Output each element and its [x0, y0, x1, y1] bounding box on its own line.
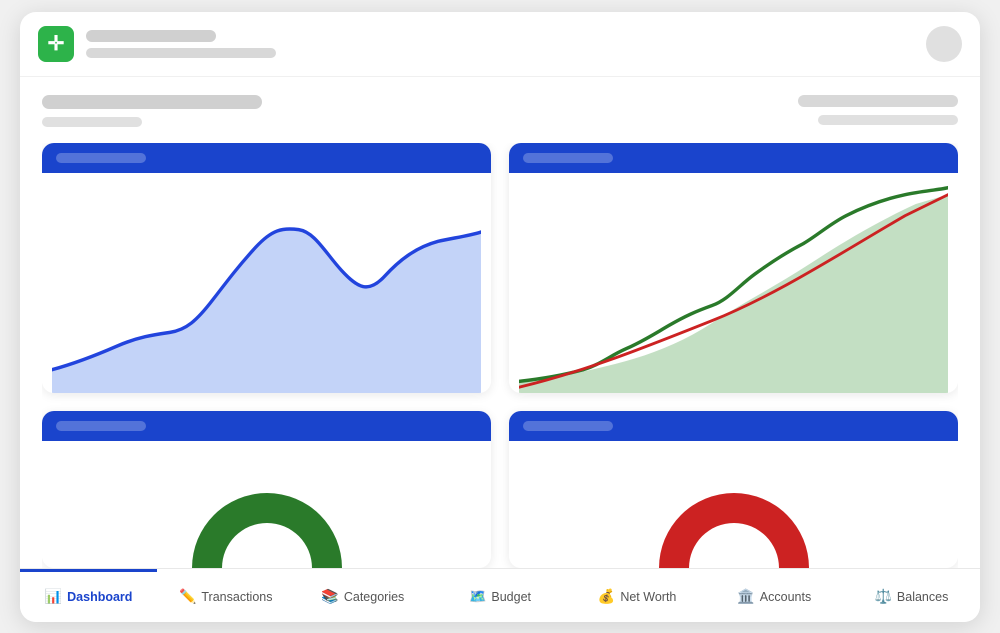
header-right-line2 — [818, 115, 958, 125]
networth-chart-svg — [519, 183, 948, 393]
main-content — [20, 77, 980, 568]
networth-chart-card — [509, 143, 958, 393]
tab-accounts-label: Accounts — [760, 590, 811, 604]
tab-dashboard[interactable]: 📊 Dashboard — [20, 569, 157, 622]
accounts-chart-body — [509, 441, 958, 568]
content-header — [42, 95, 958, 127]
tab-categories-label: Categories — [344, 590, 404, 604]
spending-chart-header — [42, 143, 491, 173]
networth-chart-header — [509, 143, 958, 173]
title-line2 — [86, 48, 276, 58]
categories-chart-header-pill — [56, 421, 146, 431]
tab-balances-label: Balances — [897, 590, 948, 604]
spending-chart-body — [42, 173, 491, 393]
header-left — [42, 95, 262, 127]
tab-balances[interactable]: ⚖️ Balances — [843, 569, 980, 622]
categories-donut-svg — [187, 468, 347, 568]
tab-accounts[interactable]: 🏛️ Accounts — [706, 569, 843, 622]
spending-chart-svg — [52, 183, 481, 393]
tab-accounts-emoji: 🏛️ — [737, 588, 754, 605]
app-window: ✛ — [20, 12, 980, 622]
spending-chart-card — [42, 143, 491, 393]
header-right-line1 — [798, 95, 958, 107]
tab-dashboard-emoji: 📊 — [45, 588, 62, 605]
accounts-chart-card — [509, 411, 958, 568]
tab-networth[interactable]: 💰 Net Worth — [569, 569, 706, 622]
title-bar-text — [86, 30, 914, 58]
app-logo: ✛ — [38, 26, 74, 62]
tab-dashboard-label: Dashboard — [67, 590, 132, 604]
categories-chart-header — [42, 411, 491, 441]
tab-transactions-emoji: ✏️ — [179, 588, 196, 605]
spending-chart-header-pill — [56, 153, 146, 163]
tab-budget-label: Budget — [491, 590, 531, 604]
categories-chart-body — [42, 441, 491, 568]
tab-transactions-label: Transactions — [201, 590, 272, 604]
tab-networth-emoji: 💰 — [598, 588, 615, 605]
tab-categories-emoji: 📚 — [321, 588, 338, 605]
categories-chart-card — [42, 411, 491, 568]
tab-budget-emoji: 🗺️ — [469, 588, 486, 605]
networth-chart-header-pill — [523, 153, 613, 163]
accounts-donut-svg — [654, 468, 814, 568]
tab-categories[interactable]: 📚 Categories — [294, 569, 431, 622]
spending-area-fill — [52, 228, 481, 392]
title-line1 — [86, 30, 216, 42]
tab-budget[interactable]: 🗺️ Budget — [431, 569, 568, 622]
user-avatar[interactable] — [926, 26, 962, 62]
header-subtitle-placeholder — [42, 117, 142, 127]
tab-bar: 📊 Dashboard ✏️ Transactions 📚 Categories… — [20, 568, 980, 622]
networth-chart-body — [509, 173, 958, 393]
tab-networth-label: Net Worth — [620, 590, 676, 604]
tab-transactions[interactable]: ✏️ Transactions — [157, 569, 294, 622]
header-title-placeholder — [42, 95, 262, 109]
accounts-chart-header-pill — [523, 421, 613, 431]
tab-balances-emoji: ⚖️ — [874, 588, 891, 605]
accounts-chart-header — [509, 411, 958, 441]
charts-grid — [42, 143, 958, 568]
app-logo-icon: ✛ — [48, 34, 65, 54]
header-right — [798, 95, 958, 125]
title-bar: ✛ — [20, 12, 980, 77]
